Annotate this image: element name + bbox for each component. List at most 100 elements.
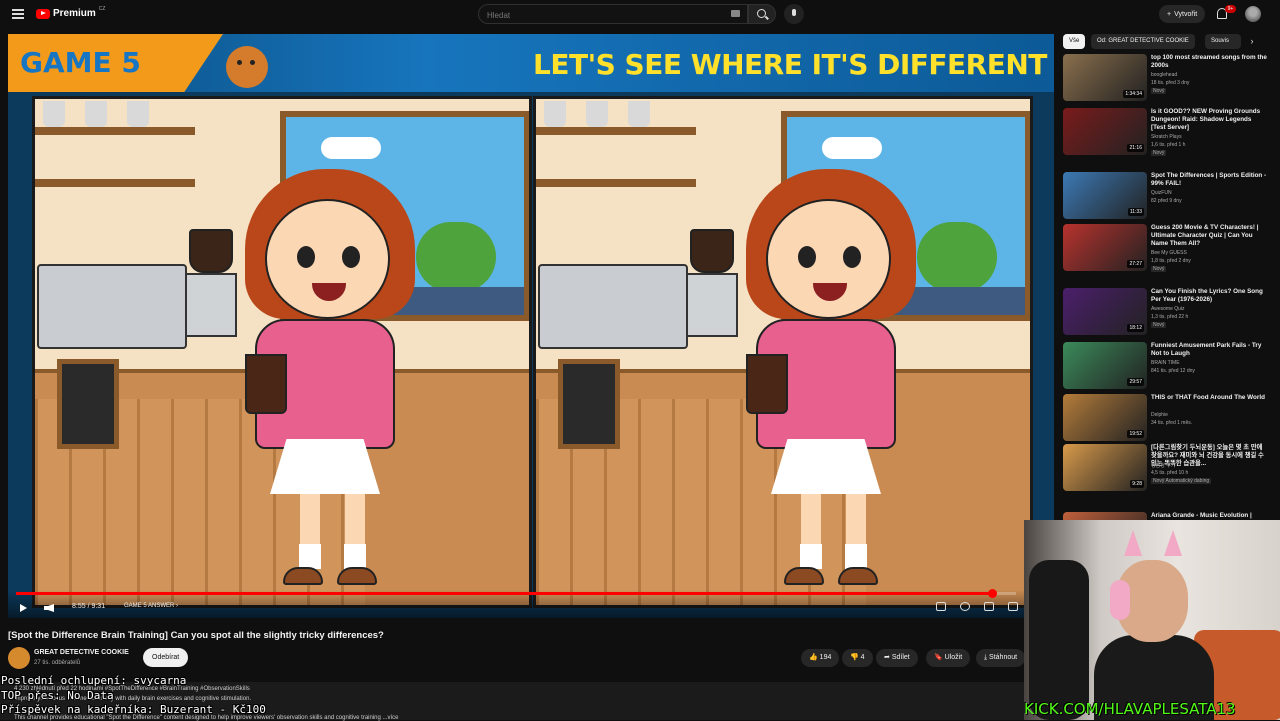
download-button[interactable]: ⤓ Stáhnout [976,649,1026,667]
share-icon: ➦ [884,654,892,661]
video-player[interactable]: GAME 5 LET'S SEE WHERE IT'S DIFFERENT 8:… [8,34,1054,618]
mug [628,101,650,127]
video-duration: 18:12 [1127,324,1144,332]
dislike-button[interactable]: 👎 4 [842,649,873,667]
recommended-video-title[interactable]: THIS or THAT Food Around The World [1151,394,1267,402]
account-avatar[interactable] [1245,6,1261,22]
keyboard-icon[interactable] [731,10,740,17]
right-puzzle-image[interactable] [533,96,1033,608]
recommended-video-title[interactable]: top 100 most streamed songs from the 200… [1151,54,1267,70]
video-thumbnail[interactable]: 1:34:34 [1063,54,1147,101]
webcam-overlay [1024,520,1280,720]
new-badge: Nový Automatický dabing [1151,478,1212,484]
save-button[interactable]: 🔖 Uložit [926,649,971,667]
recommended-video[interactable]: 18:12 Can You Finish the Lyrics? One Song… [1063,288,1273,344]
face [265,199,390,319]
recommended-channel[interactable]: Skratch Plays [1151,134,1182,140]
video-thumbnail[interactable]: 21:16 [1063,108,1147,155]
plus-icon: + [1167,10,1172,18]
recommended-video[interactable]: 19:52 THIS or THAT Food Around The World D… [1063,394,1273,450]
video-thumbnail[interactable]: 18:12 [1063,288,1147,335]
progress-scrubber[interactable] [988,589,997,598]
create-button[interactable]: + Vytvořit [1159,5,1206,23]
video-thumbnail[interactable]: 19:52 [1063,394,1147,441]
eye [297,246,315,268]
recommended-video-title[interactable]: Ariana Grande - Music Evolution | [1151,512,1267,520]
progress-bar[interactable] [16,589,1016,598]
fullscreen-icon[interactable] [1008,602,1018,611]
logo-region: CZ [98,5,106,12]
recommended-channel[interactable]: booglehead [1151,72,1177,78]
recommended-channel[interactable]: Awesome Quiz [1151,306,1185,312]
subscribe-button[interactable]: Odebírat [143,648,189,667]
video-duration: 21:16 [1127,144,1144,152]
recommended-channel[interactable]: Delphie [1151,412,1168,418]
share-label: Sdílet [891,654,910,661]
video-thumbnail[interactable]: 27:27 [1063,224,1147,271]
girl-character [736,169,926,599]
notification-badge: 9+ [1225,5,1236,13]
volume-icon[interactable] [44,604,54,612]
mug [43,101,65,127]
chip-channel[interactable]: Od: GREAT DETECTIVE COOKIE [1091,34,1195,49]
recommended-video[interactable]: 29:57 Funniest Amusement Park Fails - Try… [1063,342,1273,398]
recommended-video[interactable]: 9:28 [다른그림찾기 두뇌운동] 오늘은 몇 초 만에 찾을까요? 재미와 뇌… [1063,444,1273,500]
recommended-meta: 1,3 tis. před 22 h [1151,314,1189,320]
recommended-video-title[interactable]: Spot The Differences | Sports Edition - … [1151,172,1267,188]
skirt [771,439,881,494]
chalkboard-sign [57,359,119,449]
chevron-right-icon[interactable]: › [1245,34,1259,49]
recommended-meta: 841 tis. před 12 dny [1151,368,1195,374]
player-controls: 8:55 / 9:31 GAME 5 ANSWER › [8,589,1054,618]
theater-mode-icon[interactable] [984,602,994,611]
recommended-channel[interactable]: BRAIN TIME [1151,360,1180,366]
video-duration: 29:57 [1127,378,1144,386]
shelf [35,179,195,187]
left-puzzle-image[interactable] [32,96,532,608]
shelf [536,127,696,135]
video-thumbnail[interactable]: 9:28 [1063,444,1147,491]
bookmark-icon: 🔖 [934,654,945,661]
chip-all[interactable]: Vše [1063,34,1086,49]
like-button[interactable]: 👍 194 [801,649,840,667]
tree [416,222,496,292]
mug [85,101,107,127]
chapter-title[interactable]: GAME 5 ANSWER › [124,603,178,609]
recommended-channel[interactable]: Bee My GUESS [1151,250,1187,256]
recommended-channel[interactable]: 명탐정 쿠키 [1151,462,1175,469]
recommended-video[interactable]: 11:33 Spot The Differences | Sports Editi… [1063,172,1273,228]
mouth [312,283,346,301]
play-icon[interactable] [20,604,27,612]
recommended-meta: 18 tis. před 3 dny [1151,80,1190,86]
menu-icon[interactable] [12,9,24,19]
chip-related[interactable]: Souvis [1205,34,1241,49]
search-box [478,4,748,25]
channel-name[interactable]: GREAT DETECTIVE COOKIE [34,649,129,656]
recommended-channel[interactable]: QuizFUN [1151,190,1172,196]
sock [344,544,366,569]
recommended-meta: 4,5 tis. před 10 h [1151,470,1189,476]
search-input[interactable] [479,6,709,25]
video-thumbnail[interactable]: 11:33 [1063,172,1147,219]
recommended-video[interactable]: 1:34:34 top 100 most streamed songs from … [1063,54,1273,110]
recommended-video-title[interactable]: Can You Finish the Lyrics? One Song Per … [1151,288,1267,304]
settings-gear-icon[interactable] [960,602,970,611]
miniplayer-icon[interactable] [936,602,946,611]
thumbs-up-icon: 👍 [809,654,820,661]
recommended-video-title[interactable]: Funniest Amusement Park Fails - Try Not … [1151,342,1267,358]
time-display: 8:55 / 9:31 [72,603,106,610]
video-thumbnail[interactable]: 29:57 [1063,342,1147,389]
recommended-video-title[interactable]: Guess 200 Movie & TV Characters! | Ultim… [1151,224,1267,248]
share-button[interactable]: ➦ Sdílet [876,649,918,667]
progress-fill [16,592,992,595]
recommended-video-title[interactable]: Is it GOOD?? NEW Proving Grounds Dungeon… [1151,108,1267,132]
recommended-video[interactable]: 21:16 Is it GOOD?? NEW Proving Grounds Du… [1063,108,1273,164]
cloud [822,137,882,159]
microphone-button[interactable] [784,4,804,24]
channel-avatar[interactable] [8,647,30,669]
recommended-video[interactable]: 27:27 Guess 200 Movie & TV Characters! | … [1063,224,1273,280]
shoe [838,567,878,585]
recommended-meta: 1,8 tis. před 2 dny [1151,258,1191,264]
search-button[interactable] [748,4,776,24]
youtube-logo[interactable]: Premium CZ [36,5,106,19]
